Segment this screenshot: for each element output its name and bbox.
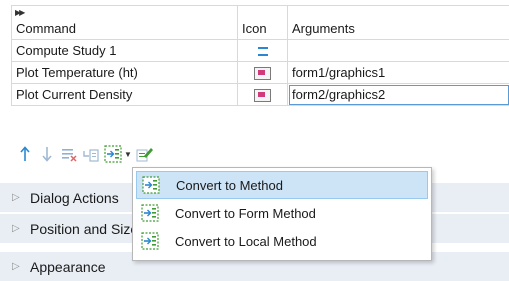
convert-dropdown-button[interactable]: ▼ — [104, 145, 132, 163]
table-row[interactable]: Plot Current Density form2/graphics2 — [12, 84, 509, 106]
menu-item-convert-to-form-method[interactable]: Convert to Form Method — [136, 199, 428, 227]
command-cell[interactable]: Plot Current Density — [12, 84, 238, 106]
menu-item-convert-to-local-method[interactable]: Convert to Local Method — [136, 227, 428, 255]
command-table: ▶▶ Command Icon Arguments Compute Study … — [11, 5, 509, 106]
column-header-command-label: Command — [16, 21, 76, 36]
move-to-button[interactable] — [82, 145, 100, 163]
command-cell[interactable]: Plot Temperature (ht) — [12, 62, 238, 84]
convert-method-icon — [142, 176, 160, 194]
column-header-arguments[interactable]: Arguments — [288, 6, 509, 40]
edit-icon — [136, 145, 154, 163]
column-header-arguments-label: Arguments — [292, 21, 355, 36]
edit-button[interactable] — [136, 145, 154, 163]
menu-item-label: Convert to Local Method — [175, 234, 317, 249]
table-row[interactable]: Plot Temperature (ht) form1/graphics1 — [12, 62, 509, 84]
column-header-icon[interactable]: Icon — [238, 6, 288, 40]
move-down-icon — [41, 146, 53, 162]
command-cell[interactable]: Compute Study 1 — [12, 40, 238, 62]
run-icon — [258, 47, 268, 56]
menu-item-label: Convert to Form Method — [175, 206, 316, 221]
icon-cell[interactable] — [238, 84, 288, 106]
move-up-icon — [19, 146, 31, 162]
section-label: Position and Size — [30, 221, 138, 237]
convert-form-method-icon — [141, 204, 159, 222]
move-down-button[interactable] — [38, 145, 56, 163]
expand-columns-icon[interactable]: ▶▶ — [15, 8, 23, 17]
section-label: Dialog Actions — [30, 190, 119, 206]
table-row[interactable]: Compute Study 1 — [12, 40, 509, 62]
plot-icon — [254, 67, 271, 80]
icon-cell[interactable] — [238, 62, 288, 84]
column-header-command[interactable]: ▶▶ Command — [12, 6, 238, 40]
delete-button[interactable] — [60, 145, 78, 163]
chevron-down-icon: ▼ — [124, 150, 132, 159]
column-header-icon-label: Icon — [242, 21, 267, 36]
icon-cell[interactable] — [238, 40, 288, 62]
table-header-row: ▶▶ Command Icon Arguments — [12, 6, 509, 40]
arguments-cell-selected[interactable]: form2/graphics2 — [288, 84, 509, 106]
arguments-cell[interactable]: form1/graphics1 — [288, 62, 509, 84]
arguments-cell[interactable] — [288, 40, 509, 62]
table-toolbar: ▼ — [16, 144, 158, 164]
chevron-right-icon: ▷ — [12, 261, 20, 272]
chevron-right-icon: ▷ — [12, 223, 20, 234]
delete-icon — [61, 146, 77, 162]
move-to-icon — [83, 146, 99, 162]
convert-icon — [104, 145, 122, 163]
menu-item-convert-to-method[interactable]: Convert to Method — [136, 171, 428, 199]
chevron-right-icon: ▷ — [12, 192, 20, 203]
convert-local-method-icon — [141, 232, 159, 250]
section-label: Appearance — [30, 259, 106, 275]
menu-item-label: Convert to Method — [176, 178, 283, 193]
move-up-button[interactable] — [16, 145, 34, 163]
plot-icon — [254, 89, 271, 102]
convert-menu: Convert to Method Convert to Form Method… — [132, 167, 432, 261]
